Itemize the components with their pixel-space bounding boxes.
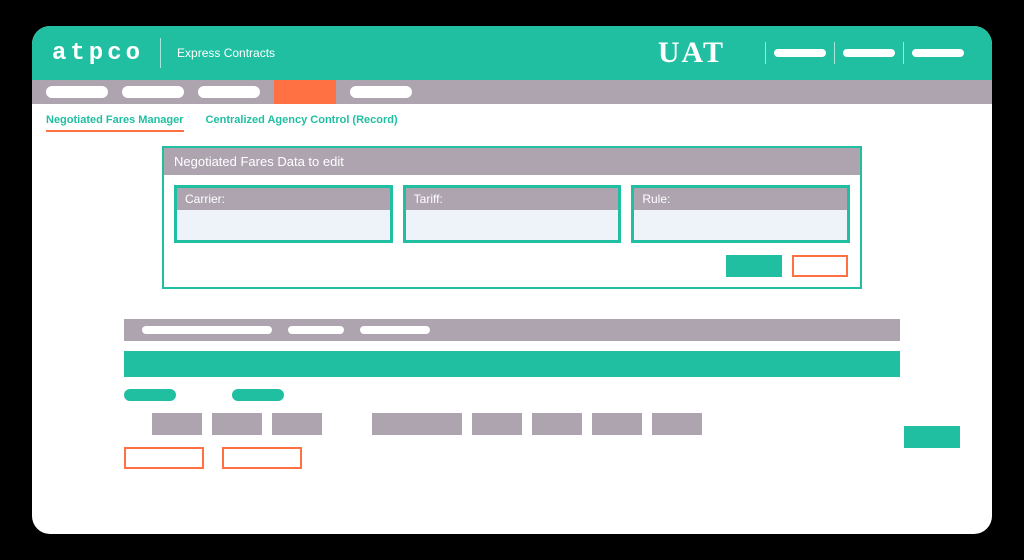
panel-actions — [174, 255, 850, 277]
tariff-label: Tariff: — [406, 188, 619, 210]
toolbar-item-3[interactable] — [360, 326, 430, 334]
field-tariff: Tariff: — [403, 185, 622, 243]
header-divider — [160, 38, 161, 68]
tag-2[interactable] — [232, 389, 284, 401]
outline-button-1[interactable] — [124, 447, 204, 469]
tariff-input[interactable] — [406, 210, 619, 240]
sub-navigation: Negotiated Fares Manager Centralized Age… — [32, 104, 992, 138]
block-1[interactable] — [152, 413, 202, 435]
header-action-3[interactable] — [912, 49, 964, 57]
block-8[interactable] — [652, 413, 702, 435]
toolbar-item-1[interactable] — [142, 326, 272, 334]
tag-1[interactable] — [124, 389, 176, 401]
section-band — [124, 351, 900, 377]
header-actions — [765, 42, 972, 64]
submit-button[interactable] — [726, 255, 782, 277]
header-action-1[interactable] — [774, 49, 826, 57]
brand-logo: atpco — [52, 40, 144, 67]
main-menubar — [32, 80, 992, 104]
menu-item-4-active[interactable] — [274, 80, 336, 104]
app-window: atpco Express Contracts UAT Negotiated F… — [32, 26, 992, 534]
block-6[interactable] — [532, 413, 582, 435]
menu-item-1[interactable] — [46, 86, 108, 98]
menu-item-3[interactable] — [198, 86, 260, 98]
block-2[interactable] — [212, 413, 262, 435]
block-5[interactable] — [472, 413, 522, 435]
app-title: Express Contracts — [177, 46, 275, 60]
tab-centralized-agency-control[interactable]: Centralized Agency Control (Record) — [206, 114, 398, 132]
cancel-button[interactable] — [792, 255, 848, 277]
outline-button-2[interactable] — [222, 447, 302, 469]
rule-label: Rule: — [634, 188, 847, 210]
block-gap — [332, 413, 362, 435]
panel-title: Negotiated Fares Data to edit — [164, 148, 860, 175]
app-header: atpco Express Contracts UAT — [32, 26, 992, 80]
block-row — [124, 413, 900, 435]
menu-item-5[interactable] — [350, 86, 412, 98]
header-action-2[interactable] — [843, 49, 895, 57]
toolbar-item-2[interactable] — [288, 326, 344, 334]
block-7[interactable] — [592, 413, 642, 435]
panel-body: Carrier: Tariff: Rule: — [164, 175, 860, 287]
tab-negotiated-fares-manager[interactable]: Negotiated Fares Manager — [46, 114, 184, 132]
side-action-button[interactable] — [904, 426, 960, 448]
block-4[interactable] — [372, 413, 462, 435]
tag-row — [124, 389, 900, 401]
carrier-input[interactable] — [177, 210, 390, 240]
environment-badge: UAT — [658, 36, 725, 70]
fields-row: Carrier: Tariff: Rule: — [174, 185, 850, 243]
edit-panel: Negotiated Fares Data to edit Carrier: T… — [162, 146, 862, 289]
action-row — [124, 447, 900, 469]
carrier-label: Carrier: — [177, 188, 390, 210]
rule-input[interactable] — [634, 210, 847, 240]
lower-toolbar — [124, 319, 900, 341]
lower-section — [124, 319, 900, 469]
block-3[interactable] — [272, 413, 322, 435]
field-rule: Rule: — [631, 185, 850, 243]
menu-item-2[interactable] — [122, 86, 184, 98]
field-carrier: Carrier: — [174, 185, 393, 243]
